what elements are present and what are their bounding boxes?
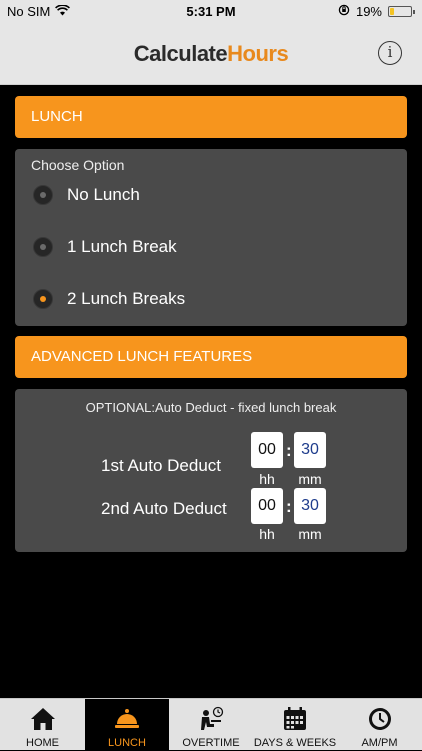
tab-label: DAYS & WEEKS [253, 737, 337, 749]
home-icon [0, 706, 85, 732]
first-deduct-minutes-field[interactable]: 30 [294, 432, 326, 468]
radio-button[interactable] [33, 237, 53, 257]
radio-button-selected[interactable] [33, 289, 53, 309]
overtime-worker-icon [169, 706, 253, 732]
first-auto-deduct-label: 1st Auto Deduct [101, 456, 222, 475]
lunch-section-header: LUNCH [15, 96, 407, 138]
calendar-icon [253, 706, 337, 732]
clock-icon [337, 706, 422, 732]
radio-button[interactable] [33, 185, 53, 205]
tab-label: AM/PM [361, 737, 398, 749]
info-icon: i [387, 43, 393, 61]
tab-overtime[interactable]: OVERTIME [169, 699, 253, 751]
tab-lunch[interactable]: LUNCH [85, 699, 169, 751]
tab-days-weeks[interactable]: DAYS & WEEKS [253, 699, 337, 751]
cloche-icon [85, 706, 169, 732]
orientation-lock-icon [338, 4, 350, 19]
auto-deduct-panel: OPTIONAL:Auto Deduct - fixed lunch break… [15, 389, 407, 552]
lunch-options-panel: Choose Option No Lunch 1 Lunch Break 2 L… [15, 149, 407, 326]
tab-bar: HOME LUNCH OVERTIME DAYS & WEEKS AM/PM [0, 698, 422, 751]
advanced-lunch-title: ADVANCED LUNCH FEATURES [31, 348, 253, 365]
app-title-part2: Hours [227, 41, 289, 66]
second-deduct-minutes-field[interactable]: 30 [294, 488, 326, 524]
tab-home[interactable]: HOME [0, 699, 85, 751]
second-auto-deduct-label: 2nd Auto Deduct [101, 499, 227, 518]
minutes-unit-label: mm [298, 471, 322, 487]
battery-icon [388, 6, 415, 17]
battery-level [390, 8, 394, 15]
first-deduct-hours-field[interactable]: 00 [251, 432, 283, 468]
minutes-unit-label: mm [298, 526, 322, 542]
advanced-lunch-header: ADVANCED LUNCH FEATURES [15, 336, 407, 378]
app-title-part1: Calculate [133, 41, 228, 66]
option-label: 1 Lunch Break [67, 237, 177, 256]
hours-unit-label: hh [259, 526, 275, 542]
tab-label: LUNCH [108, 737, 146, 749]
info-button[interactable]: i [378, 41, 402, 65]
option-label: 2 Lunch Breaks [67, 289, 186, 308]
option-label: No Lunch [67, 185, 140, 204]
time-separator: : [286, 497, 292, 516]
tab-am-pm[interactable]: AM/PM [337, 699, 422, 751]
tab-label: HOME [26, 737, 59, 749]
tab-label: OVERTIME [182, 737, 240, 749]
nav-bar: CalculateHours i [0, 24, 422, 85]
status-bar: No SIM 5:31 PM 19% [0, 0, 422, 24]
lunch-section-title: LUNCH [31, 108, 83, 125]
option-no-lunch[interactable]: No Lunch [33, 182, 140, 208]
option-two-lunch-breaks[interactable]: 2 Lunch Breaks [33, 286, 185, 312]
app-title: CalculateHours [0, 41, 422, 67]
option-one-lunch-break[interactable]: 1 Lunch Break [33, 234, 177, 260]
battery-percent: 19% [355, 4, 382, 19]
second-deduct-hours-field[interactable]: 00 [251, 488, 283, 524]
hours-unit-label: hh [259, 471, 275, 487]
choose-option-label: Choose Option [31, 157, 125, 173]
auto-deduct-note: OPTIONAL:Auto Deduct - fixed lunch break [85, 400, 337, 415]
time-separator: : [286, 441, 292, 460]
